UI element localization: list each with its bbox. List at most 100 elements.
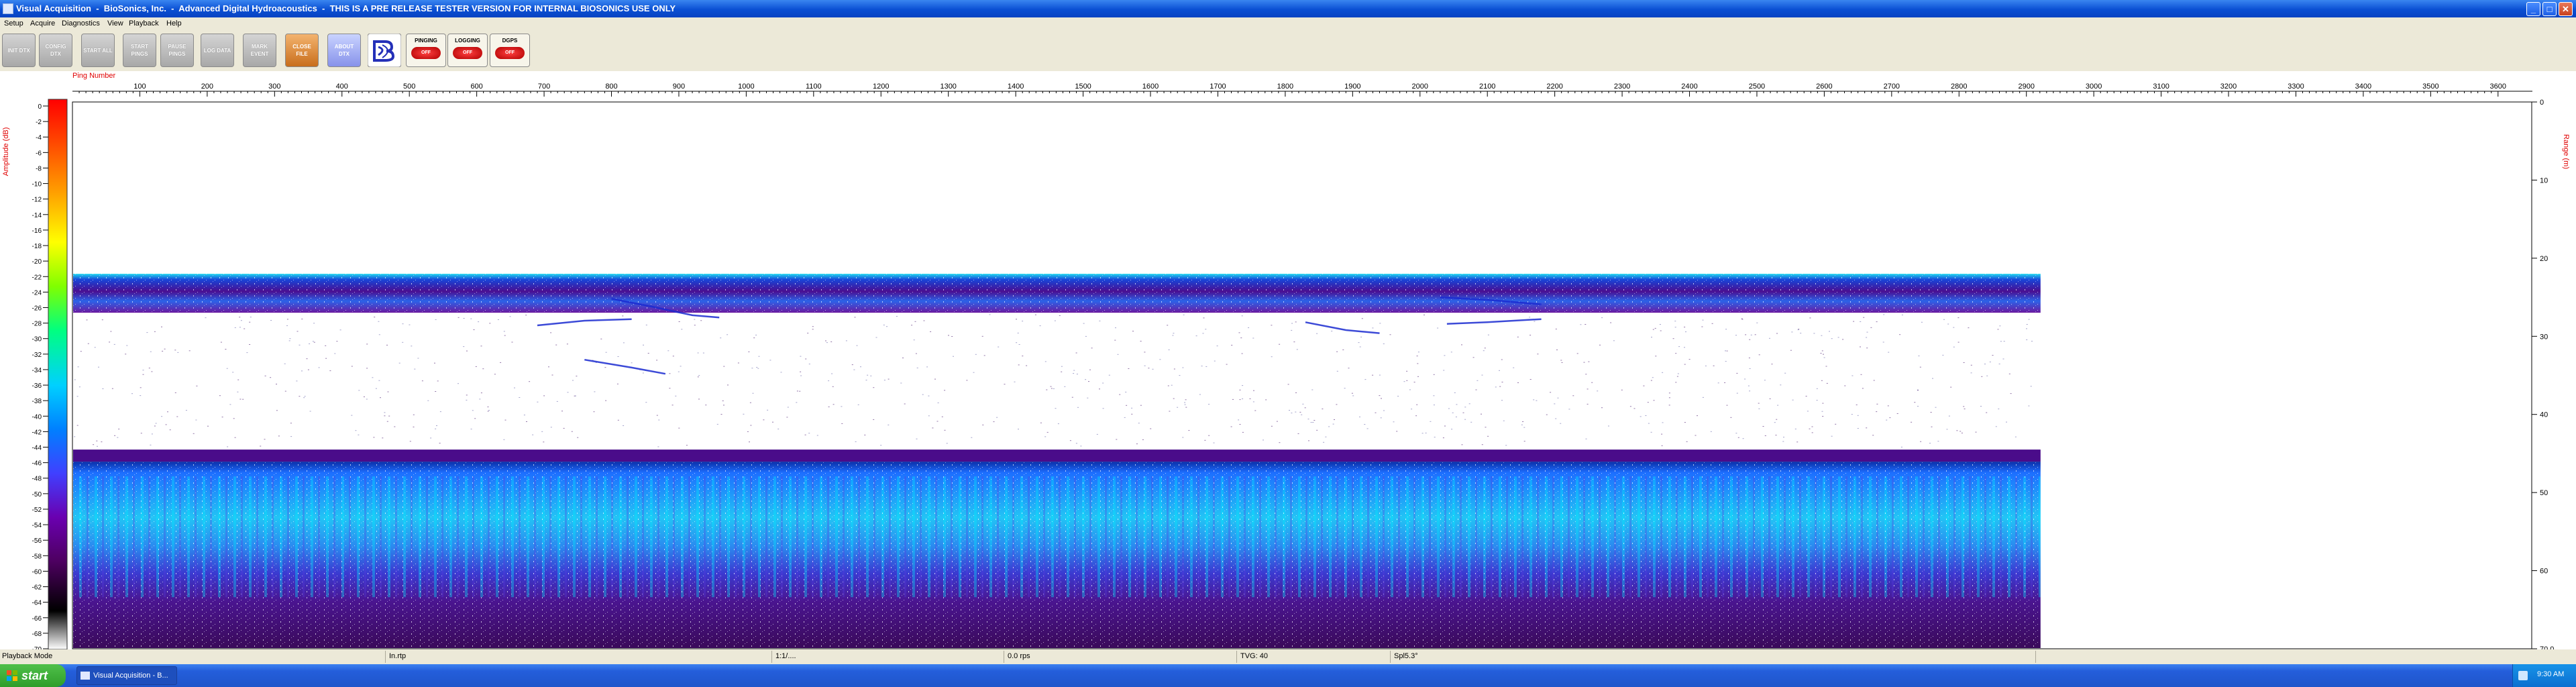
minimize-button[interactable]: _ <box>2526 2 2540 16</box>
network-icon[interactable] <box>2518 671 2528 680</box>
status-separator <box>2035 651 2036 663</box>
scatter-point <box>1409 389 1411 390</box>
scatter-point <box>299 344 301 346</box>
toolbar: INIT DTX CONFIG DTX START ALL START PING… <box>0 30 2576 71</box>
scatter-point <box>1917 406 1919 407</box>
scatter-point <box>270 377 272 378</box>
scatter-point <box>303 397 305 399</box>
scatter-point <box>463 318 465 319</box>
scatter-point <box>622 315 624 317</box>
scatter-point <box>1780 384 1782 386</box>
start-all-button[interactable]: START ALL <box>81 34 115 67</box>
scatter-point <box>1203 317 1205 319</box>
scatter-point <box>1662 422 1664 423</box>
config-dtx-button[interactable]: CONFIG DTX <box>39 34 72 67</box>
start-pings-button[interactable]: START PINGS <box>123 34 156 67</box>
scatter-point <box>1970 372 1972 374</box>
scatter-point <box>185 410 187 411</box>
amplitude-tick-label: -42 <box>32 429 42 436</box>
scatter-point <box>1044 361 1046 362</box>
scatter-point <box>888 378 890 380</box>
close-button[interactable]: ✕ <box>2559 2 2573 16</box>
scatter-point <box>1702 319 1704 321</box>
scatter-point <box>1289 410 1290 411</box>
scatter-point <box>1920 441 1922 442</box>
scatter-point <box>1403 381 1405 382</box>
amplitude-tick-label: -22 <box>32 274 42 281</box>
scatter-point <box>500 362 502 363</box>
scatter-point <box>1608 425 1609 427</box>
scatter-point <box>1071 397 1073 398</box>
scatter-point <box>1077 407 1079 408</box>
scatter-point <box>1980 406 1982 407</box>
scatter-point <box>1044 436 1046 437</box>
scatter-point <box>1995 426 1997 427</box>
start-button[interactable]: start <box>0 664 66 687</box>
amplitude-tick-label: -66 <box>32 615 42 623</box>
scatter-point <box>1561 362 1563 363</box>
scatter-point <box>594 391 596 392</box>
scatter-point <box>1749 339 1751 340</box>
title-bar[interactable]: Visual Acquisition - BioSonics, Inc. - A… <box>0 0 2576 17</box>
pause-pings-button[interactable]: PAUSE PINGS <box>160 34 194 67</box>
status-bar: Playback Mode In.rtp 1:1/.... 0.0 rps TV… <box>0 649 2576 664</box>
scatter-point <box>1821 350 1823 352</box>
scatter-point <box>1866 337 1868 338</box>
mark-event-button[interactable]: MARK EVENT <box>243 34 276 67</box>
scatter-point <box>1393 421 1395 423</box>
biosonics-logo-icon <box>368 34 401 67</box>
scatter-point <box>1226 364 1228 365</box>
about-dtx-button[interactable]: ABOUT DTX <box>327 34 361 67</box>
scatter-point <box>117 437 119 438</box>
ping-tick-label: 100 <box>133 83 146 91</box>
scatter-point <box>1685 331 1686 333</box>
scatter-point <box>799 390 801 392</box>
menu-acquire[interactable]: Acquire <box>30 19 55 28</box>
menu-setup[interactable]: Setup <box>4 19 23 28</box>
scatter-point <box>109 341 111 343</box>
range-tick-label: 40 <box>2540 411 2548 419</box>
scatter-point <box>131 393 133 394</box>
scatter-point <box>675 395 677 397</box>
scatter-point <box>700 320 702 321</box>
scatter-point <box>151 433 153 435</box>
scatter-point <box>1252 337 1254 339</box>
menu-help[interactable]: Help <box>166 19 182 28</box>
scatter-point <box>577 437 579 438</box>
scatter-point <box>1686 441 1688 442</box>
echogram-panel[interactable]: Ping Number 100 200 300 400 500 600 700 800 900 1… <box>0 71 2576 649</box>
scatter-point <box>1240 337 1242 339</box>
scatter-point <box>750 425 752 426</box>
maximize-button[interactable]: □ <box>2542 2 2557 16</box>
init-dtx-button[interactable]: INIT DTX <box>2 34 36 67</box>
scatter-point <box>830 341 833 342</box>
scatter-point <box>1232 399 1234 400</box>
scatter-point <box>195 419 197 421</box>
scatter-point <box>1661 445 1663 446</box>
ping-tick-label: 2000 <box>1412 83 1428 91</box>
scatter-point <box>678 321 680 322</box>
scatter-point <box>1238 419 1240 421</box>
scatter-point <box>1059 315 1061 316</box>
scatter-point <box>1792 399 1794 401</box>
ping-tick-label: 3300 <box>2288 83 2304 91</box>
amplitude-tick-label: -16 <box>32 227 42 235</box>
scatter-point <box>511 341 513 343</box>
scatter-point <box>318 367 320 368</box>
scatter-point <box>1749 390 1751 392</box>
scatter-point <box>1169 411 1171 412</box>
scatter-point <box>1999 325 2001 327</box>
taskbar-item-visual-acquisition[interactable]: Visual Acquisition - B... <box>76 666 177 685</box>
taskbar: start Visual Acquisition - B... 9:30 AM <box>0 664 2576 687</box>
scatter-point <box>1083 323 1085 324</box>
menu-diagnostics[interactable]: Diagnostics <box>62 19 100 28</box>
menu-playback[interactable]: Playback <box>129 19 159 28</box>
scatter-point <box>1302 403 1304 405</box>
log-data-button[interactable]: LOG DATA <box>201 34 234 67</box>
scatter-point <box>1587 403 1589 405</box>
menu-view[interactable]: View <box>107 19 123 28</box>
scatter-point <box>1336 404 1338 405</box>
scatter-point <box>1629 406 1631 407</box>
ping-tick-label: 1100 <box>806 83 822 91</box>
close-file-button[interactable]: CLOSE FILE <box>285 34 319 67</box>
